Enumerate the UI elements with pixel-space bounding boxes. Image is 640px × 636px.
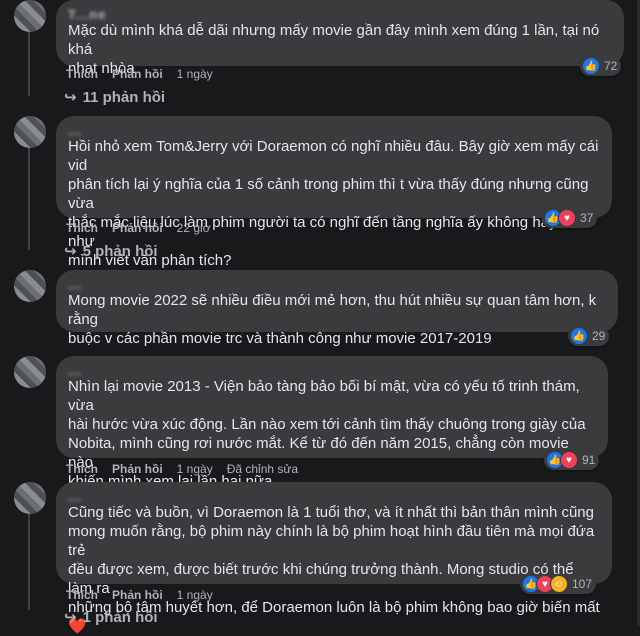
avatar[interactable] bbox=[14, 270, 46, 302]
comment-author[interactable]: ... bbox=[68, 123, 600, 137]
like-button[interactable]: Thích bbox=[66, 588, 98, 602]
comment-actions: Thích Phản hồi 22 giờ bbox=[66, 221, 211, 235]
reply-arrow-icon: ↪ bbox=[64, 243, 77, 260]
comment-bubble: ... Cũng tiếc và buồn, vì Doraemon là 1 … bbox=[56, 482, 612, 635]
comment-author[interactable]: ... bbox=[68, 489, 600, 503]
reaction-count: 72 bbox=[604, 59, 618, 73]
comment-actions: Thích Phản hồi 1 ngày Đã chỉnh sửa bbox=[66, 462, 298, 476]
reply-arrow-icon: ↪ bbox=[64, 89, 77, 106]
comment-bubble: T...ne Mặc dù mình khá dễ dãi nhưng mấy … bbox=[56, 0, 624, 77]
thread-line bbox=[28, 30, 30, 96]
comment-author[interactable]: ... bbox=[68, 363, 596, 377]
comment-author[interactable]: ... bbox=[68, 277, 606, 291]
comment-bubble: ... Mong movie 2022 sẽ nhiều điều mới mẻ… bbox=[56, 270, 618, 347]
comment-actions: Thích Phản hồi 1 ngày bbox=[66, 588, 213, 602]
comment-actions: Thích Phản hồi 1 ngày bbox=[66, 67, 213, 81]
reply-button[interactable]: Phản hồi bbox=[112, 588, 163, 602]
view-replies-link[interactable]: ↪ 5 phản hồi bbox=[64, 242, 158, 261]
reaction-summary[interactable]: 👍 72 bbox=[580, 56, 622, 76]
view-replies-link[interactable]: ↪ 11 phản hồi bbox=[64, 88, 166, 107]
like-button[interactable]: Thích bbox=[66, 67, 98, 81]
comment-bubble: ... Hồi nhỏ xem Tom&Jerry với Doraemon c… bbox=[56, 116, 612, 269]
reply-arrow-icon: ↪ bbox=[64, 609, 77, 626]
thread-line bbox=[28, 148, 30, 250]
avatar[interactable] bbox=[14, 0, 46, 32]
replies-count[interactable]: 1 phản hồi bbox=[83, 609, 158, 626]
comment-author[interactable]: T...ne bbox=[68, 7, 612, 21]
like-icon: 👍 bbox=[582, 57, 600, 75]
reply-button[interactable]: Phản hồi bbox=[112, 462, 163, 476]
reaction-count: 91 bbox=[582, 453, 596, 467]
comment-time[interactable]: 1 ngày bbox=[177, 462, 213, 476]
reaction-summary[interactable]: 👍 29 bbox=[568, 326, 610, 346]
reply-button[interactable]: Phản hồi bbox=[112, 67, 163, 81]
care-icon: ☺ bbox=[550, 575, 568, 593]
view-replies-link[interactable]: ↪ 1 phản hồi bbox=[64, 608, 158, 627]
reply-button[interactable]: Phản hồi bbox=[112, 221, 163, 235]
like-button[interactable]: Thích bbox=[66, 462, 98, 476]
comment-time[interactable]: 1 ngày bbox=[177, 588, 213, 602]
comment-time[interactable]: 22 giờ bbox=[177, 221, 211, 235]
love-icon: ♥ bbox=[558, 209, 576, 227]
reaction-summary[interactable]: 👍 ♥ ☺ 107 bbox=[520, 574, 597, 594]
avatar[interactable] bbox=[14, 356, 46, 388]
comment-time[interactable]: 1 ngày bbox=[177, 67, 213, 81]
love-icon: ♥ bbox=[560, 451, 578, 469]
like-button[interactable]: Thích bbox=[66, 221, 98, 235]
replies-count[interactable]: 11 phản hồi bbox=[83, 89, 166, 106]
reaction-count: 37 bbox=[580, 211, 594, 225]
comment-text: Mong movie 2022 sẽ nhiều điều mới mẻ hơn… bbox=[68, 292, 597, 347]
like-icon: 👍 bbox=[570, 327, 588, 345]
avatar[interactable] bbox=[14, 482, 46, 514]
comment-bubble: ... Nhìn lại movie 2013 - Viện bảo tàng … bbox=[56, 356, 608, 490]
reaction-count: 107 bbox=[572, 577, 593, 591]
thread-line bbox=[28, 502, 30, 610]
reaction-count: 29 bbox=[592, 329, 606, 343]
avatar[interactable] bbox=[14, 116, 46, 148]
edited-label[interactable]: Đã chỉnh sửa bbox=[227, 462, 298, 476]
reaction-summary[interactable]: 👍 ♥ 91 bbox=[544, 450, 600, 470]
replies-count[interactable]: 5 phản hồi bbox=[83, 243, 158, 260]
reaction-summary[interactable]: 👍 ♥ 37 bbox=[542, 208, 598, 228]
